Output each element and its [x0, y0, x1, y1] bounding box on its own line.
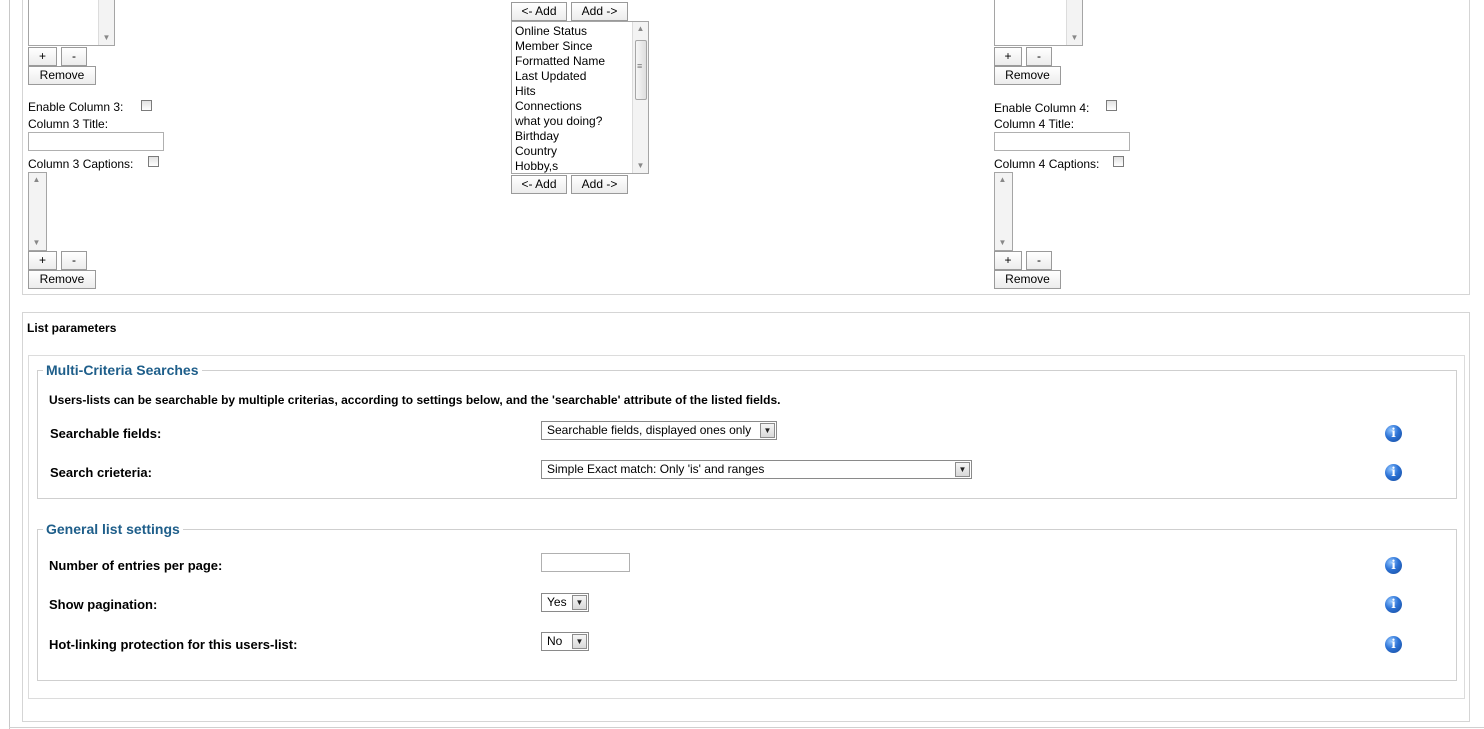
column4-captions-listbox[interactable]: ▲ ▼ [994, 172, 1013, 251]
info-icon-searchable-fields[interactable]: i [1385, 425, 1402, 442]
add-right-button-bottom[interactable]: Add -> [571, 175, 628, 194]
column2-remove-button[interactable]: Remove [994, 66, 1061, 85]
column4-minus-button[interactable]: - [1026, 251, 1052, 270]
searchable-fields-value: Searchable fields, displayed ones only [547, 423, 752, 437]
scroll-down-icon[interactable]: ▼ [99, 31, 114, 45]
search-criteria-label: Search crieteria: [50, 465, 152, 480]
scroll-up-icon[interactable]: ▲ [633, 22, 648, 36]
field-option[interactable]: what you doing? [515, 114, 605, 129]
column2-captions-listbox[interactable]: ▼ [994, 0, 1083, 46]
add-left-button-top[interactable]: <- Add [511, 2, 567, 21]
field-option[interactable]: Hobby,s [515, 159, 605, 173]
searchable-fields-label: Searchable fields: [50, 426, 162, 441]
entries-per-page-input[interactable] [541, 553, 630, 572]
column4-enable-label: Enable Column 4: [994, 101, 1090, 115]
page-border-left [9, 0, 10, 729]
column3-minus-button[interactable]: - [61, 251, 87, 270]
column4-title-label: Column 4 Title: [994, 117, 1075, 131]
general-settings-legend: General list settings [46, 521, 180, 537]
column3-plus-button[interactable]: + [28, 251, 57, 270]
column4-plus-button[interactable]: + [994, 251, 1022, 270]
field-option[interactable]: Member Since [515, 39, 605, 54]
column3-title-input[interactable] [28, 132, 164, 151]
info-icon-entries-per-page[interactable]: i [1385, 557, 1402, 574]
column2-plus-button[interactable]: + [994, 47, 1022, 66]
column4-remove-button[interactable]: Remove [994, 270, 1061, 289]
search-criteria-select[interactable]: Simple Exact match: Only 'is' and ranges… [541, 460, 972, 479]
page-border-bottom [9, 727, 1484, 728]
column1-minus-button[interactable]: - [61, 47, 87, 66]
show-pagination-value: Yes [547, 595, 567, 609]
column3-remove-button[interactable]: Remove [28, 270, 96, 289]
chevron-down-icon[interactable]: ▼ [572, 634, 587, 649]
column2-minus-button[interactable]: - [1026, 47, 1052, 66]
searchable-fields-select[interactable]: Searchable fields, displayed ones only ▼ [541, 421, 777, 440]
column3-captions-label: Column 3 Captions: [28, 157, 134, 171]
show-pagination-label: Show pagination: [49, 597, 158, 612]
scroll-down-icon[interactable]: ▼ [29, 236, 44, 250]
hotlinking-select[interactable]: No ▼ [541, 632, 589, 651]
list-parameters-title: List parameters [27, 321, 117, 335]
column1-scrollbar[interactable]: ▼ [98, 0, 114, 45]
multi-criteria-description: Users-lists can be searchable by multipl… [49, 393, 781, 407]
info-icon-hotlinking[interactable]: i [1385, 636, 1402, 653]
chevron-down-icon[interactable]: ▼ [572, 595, 587, 610]
add-left-button-bottom[interactable]: <- Add [511, 175, 567, 194]
scroll-up-icon[interactable]: ▲ [995, 173, 1010, 187]
entries-per-page-label: Number of entries per page: [49, 558, 223, 573]
field-option[interactable]: Online Status [515, 24, 605, 39]
scroll-down-icon[interactable]: ▼ [995, 236, 1010, 250]
show-pagination-select[interactable]: Yes ▼ [541, 593, 589, 612]
column4-title-input[interactable] [994, 132, 1130, 151]
chevron-down-icon[interactable]: ▼ [955, 462, 970, 477]
field-option[interactable]: Formatted Name [515, 54, 605, 69]
column3-scrollbar[interactable]: ▲ ▼ [29, 173, 46, 250]
columns-panel [22, 0, 1470, 295]
field-option[interactable]: Country [515, 144, 605, 159]
available-fields-list[interactable]: Online Status Member Since Formatted Name L… [515, 24, 605, 173]
column3-captions-listbox[interactable]: ▲ ▼ [28, 172, 47, 251]
column3-enable-label: Enable Column 3: [28, 100, 124, 114]
chevron-down-icon[interactable]: ▼ [760, 423, 775, 438]
scroll-down-icon[interactable]: ▼ [1067, 31, 1082, 45]
column4-enable-checkbox[interactable] [1106, 100, 1117, 111]
info-icon-search-criteria[interactable]: i [1385, 464, 1402, 481]
column1-plus-button[interactable]: + [28, 47, 57, 66]
multi-criteria-legend: Multi-Criteria Searches [46, 362, 199, 378]
field-option[interactable]: Last Updated [515, 69, 605, 84]
search-criteria-value: Simple Exact match: Only 'is' and ranges [547, 462, 765, 476]
available-fields-listbox[interactable]: Online Status Member Since Formatted Name L… [511, 21, 649, 174]
column2-scrollbar[interactable]: ▼ [1066, 0, 1082, 45]
column4-captions-label: Column 4 Captions: [994, 157, 1100, 171]
scroll-down-icon[interactable]: ▼ [633, 159, 648, 173]
general-settings-fieldset: General list settings [37, 521, 1457, 681]
column4-scrollbar[interactable]: ▲ ▼ [995, 173, 1012, 250]
column1-captions-listbox[interactable]: ▼ [28, 0, 115, 46]
hotlinking-value: No [547, 634, 563, 648]
hotlinking-label: Hot-linking protection for this users-li… [49, 637, 298, 652]
field-option[interactable]: Hits [515, 84, 605, 99]
scroll-up-icon[interactable]: ▲ [29, 173, 44, 187]
column3-enable-checkbox[interactable] [141, 100, 152, 111]
field-option[interactable]: Birthday [515, 129, 605, 144]
scroll-thumb[interactable] [635, 40, 647, 100]
field-option[interactable]: Connections [515, 99, 605, 114]
fields-scrollbar[interactable]: ▲ ▼ [632, 22, 648, 173]
column1-remove-button[interactable]: Remove [28, 66, 96, 85]
add-right-button-top[interactable]: Add -> [571, 2, 628, 21]
column4-captions-checkbox[interactable] [1113, 156, 1124, 167]
column3-captions-checkbox[interactable] [148, 156, 159, 167]
info-icon-show-pagination[interactable]: i [1385, 596, 1402, 613]
column3-title-label: Column 3 Title: [28, 117, 109, 131]
